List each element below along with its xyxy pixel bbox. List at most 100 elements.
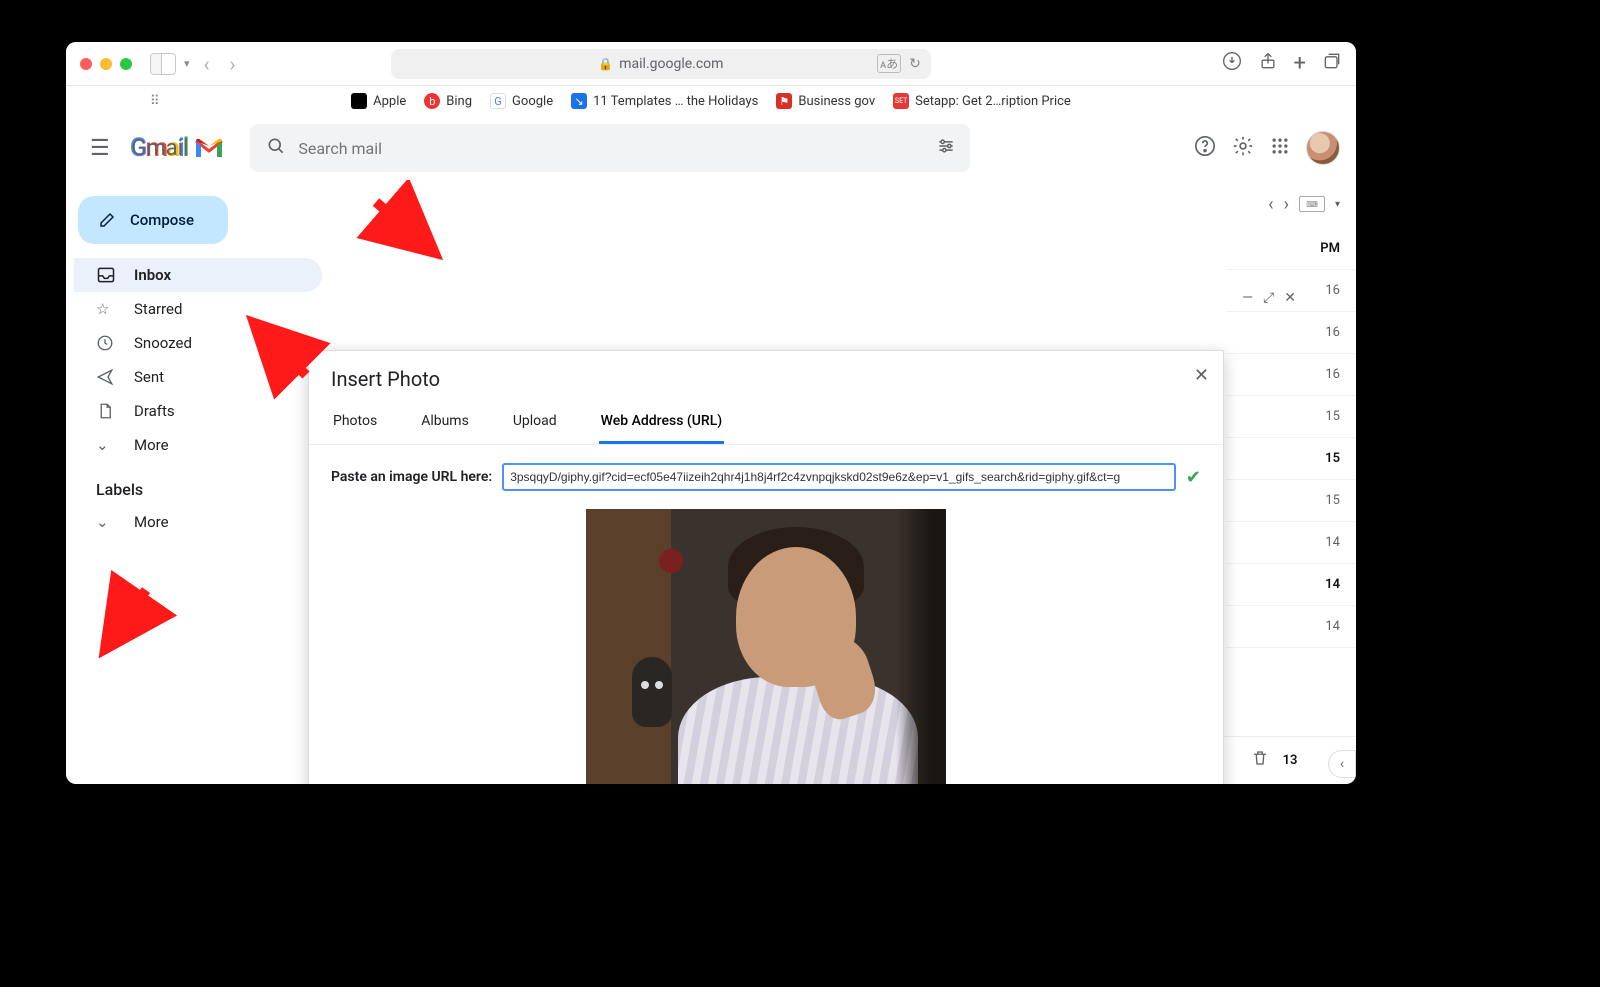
sidebar-item-label: Sent (134, 368, 164, 386)
inbox-icon (96, 265, 116, 285)
search-options-icon[interactable] (936, 136, 956, 161)
tab-albums[interactable]: Albums (419, 401, 471, 444)
account-avatar[interactable] (1306, 131, 1340, 165)
address-bar[interactable]: 🔒 mail.google.com ᴀあ ↻ (391, 49, 931, 79)
side-panel-expand-icon[interactable]: ‹ (1328, 750, 1356, 778)
nav-forward-icon[interactable]: › (224, 52, 242, 76)
sidebar-item-label: Snoozed (134, 334, 192, 352)
mail-row-time[interactable]: 15 (1226, 438, 1356, 480)
dialog-body: Paste an image URL here: ✔ (309, 445, 1223, 784)
dialog-close-icon[interactable]: ✕ (1194, 365, 1209, 386)
sidebar-item-label: More (134, 436, 169, 454)
maximize-window-button[interactable] (120, 58, 132, 70)
new-tab-icon[interactable]: + (1294, 51, 1306, 76)
mail-row-time[interactable]: 14 (1226, 564, 1356, 606)
tab-web-address[interactable]: Web Address (URL) (599, 401, 725, 444)
sidebar-toggle-icon[interactable] (150, 53, 176, 75)
discard-draft-icon[interactable] (1250, 749, 1270, 772)
browser-toolbar-right: + (1222, 51, 1342, 76)
downloads-icon[interactable] (1222, 51, 1242, 76)
search-icon (266, 136, 286, 161)
sidebar-item-label: More (134, 513, 169, 531)
dialog-tabs: Photos Albums Upload Web Address (URL) (309, 401, 1223, 445)
address-bar-url: mail.google.com (619, 56, 723, 72)
image-preview (586, 509, 946, 784)
dialog-title: Insert Photo (309, 351, 1223, 401)
image-url-input[interactable] (502, 463, 1176, 491)
chevron-down-icon: ⌄ (96, 513, 116, 531)
browser-chrome: ▾ ‹ › 🔒 mail.google.com ᴀあ ↻ + (66, 42, 1356, 86)
clock-icon (96, 334, 116, 352)
search-input[interactable] (298, 139, 954, 158)
url-valid-check-icon: ✔ (1186, 467, 1201, 488)
send-icon (96, 368, 116, 386)
sidebar-item-starred[interactable]: ☆ Starred (74, 292, 322, 326)
input-mode-dropdown-icon[interactable]: ▾ (1335, 199, 1340, 210)
main-menu-icon[interactable]: ☰ (82, 128, 118, 169)
compose-minimize-icon[interactable]: — (1242, 290, 1253, 306)
bookmark-google[interactable]: GGoogle (490, 93, 553, 109)
apps-grid-icon[interactable]: ⠿ (150, 94, 160, 109)
sidebar-item-inbox[interactable]: Inbox (74, 258, 322, 292)
settings-icon[interactable] (1232, 135, 1254, 162)
file-icon (96, 402, 116, 420)
gmail-brand-text: Gmail (131, 136, 188, 161)
gmail-body: Compose Inbox ☆ Starred Snoozed Sent Dra… (66, 180, 1356, 784)
google-apps-icon[interactable] (1270, 136, 1290, 161)
page-prev-icon[interactable]: ‹ (1268, 194, 1273, 215)
help-icon[interactable] (1194, 135, 1216, 162)
compose-close-icon[interactable]: ✕ (1284, 290, 1296, 306)
mail-row-time[interactable]: 16 (1226, 354, 1356, 396)
mail-row-time: 13 (1280, 753, 1300, 768)
input-mode-icon[interactable]: ⌨ (1299, 196, 1325, 212)
bookmark-setapp[interactable]: SETSetapp: Get 2…ription Price (893, 93, 1071, 109)
browser-window: ▾ ‹ › 🔒 mail.google.com ᴀあ ↻ + ⠿ App (66, 42, 1356, 784)
bookmarks-bar: ⠿ Apple bBing GGoogle ↘11 Templates … th… (66, 86, 1356, 116)
mail-row-time[interactable]: 14 (1226, 522, 1356, 564)
mail-toolbar: ‹ › ⌨ ▾ (1226, 180, 1356, 228)
compose-label: Compose (130, 211, 194, 229)
bookmark-templates[interactable]: ↘11 Templates … the Holidays (571, 93, 758, 109)
labels-heading: Labels (74, 462, 322, 505)
sidebar-item-snoozed[interactable]: Snoozed (74, 326, 322, 360)
tab-dropdown-icon[interactable]: ▾ (184, 57, 190, 70)
mail-row-time[interactable]: 14 (1226, 606, 1356, 648)
share-icon[interactable] (1258, 51, 1278, 76)
compose-expand-icon[interactable]: ⤢ (1263, 290, 1274, 306)
tab-photos[interactable]: Photos (331, 401, 379, 444)
header-icons (1194, 131, 1340, 165)
star-icon: ☆ (96, 300, 116, 318)
nav-back-icon[interactable]: ‹ (198, 52, 216, 76)
window-controls (80, 58, 132, 70)
mail-list-edge: ‹ › ⌨ ▾ — ⤢ ✕ PM 16 16 16 15 15 15 14 14 (1226, 180, 1356, 784)
sidebar-labels-more[interactable]: ⌄ More (74, 505, 322, 539)
gmail-sidebar: Compose Inbox ☆ Starred Snoozed Sent Dra… (66, 180, 322, 784)
bookmark-apple[interactable]: Apple (351, 93, 406, 109)
gmail-header: ☰ Gmail Gmail Gmail (66, 116, 1356, 180)
translate-icon[interactable]: ᴀあ (877, 54, 901, 73)
mail-row-time[interactable]: PM (1226, 228, 1356, 270)
mail-row-time[interactable]: 15 (1226, 396, 1356, 438)
page-next-icon[interactable]: › (1284, 194, 1289, 215)
tab-overview-icon[interactable] (1322, 51, 1342, 76)
compose-window-controls: — ⤢ ✕ (1242, 290, 1296, 306)
bookmark-bing[interactable]: bBing (424, 93, 472, 109)
reload-icon[interactable]: ↻ (909, 56, 921, 72)
sidebar-item-drafts[interactable]: Drafts (74, 394, 322, 428)
gmail-m-icon (194, 137, 224, 159)
search-bar[interactable] (250, 124, 970, 172)
minimize-window-button[interactable] (100, 58, 112, 70)
insert-photo-dialog: Insert Photo ✕ Photos Albums Upload Web … (308, 350, 1224, 784)
bookmark-business-gov[interactable]: ⚑Business gov (776, 93, 875, 109)
compose-button[interactable]: Compose (78, 196, 228, 244)
url-input-label: Paste an image URL here: (331, 469, 492, 485)
mail-row-time[interactable]: 15 (1226, 480, 1356, 522)
sidebar-item-sent[interactable]: Sent (74, 360, 322, 394)
sidebar-item-more[interactable]: ⌄ More (74, 428, 322, 462)
mail-row-time[interactable]: 16 (1226, 312, 1356, 354)
sidebar-item-label: Starred (134, 300, 182, 318)
tab-upload[interactable]: Upload (511, 401, 559, 444)
sidebar-item-label: Drafts (134, 402, 175, 420)
sidebar-item-label: Inbox (134, 266, 171, 284)
close-window-button[interactable] (80, 58, 92, 70)
